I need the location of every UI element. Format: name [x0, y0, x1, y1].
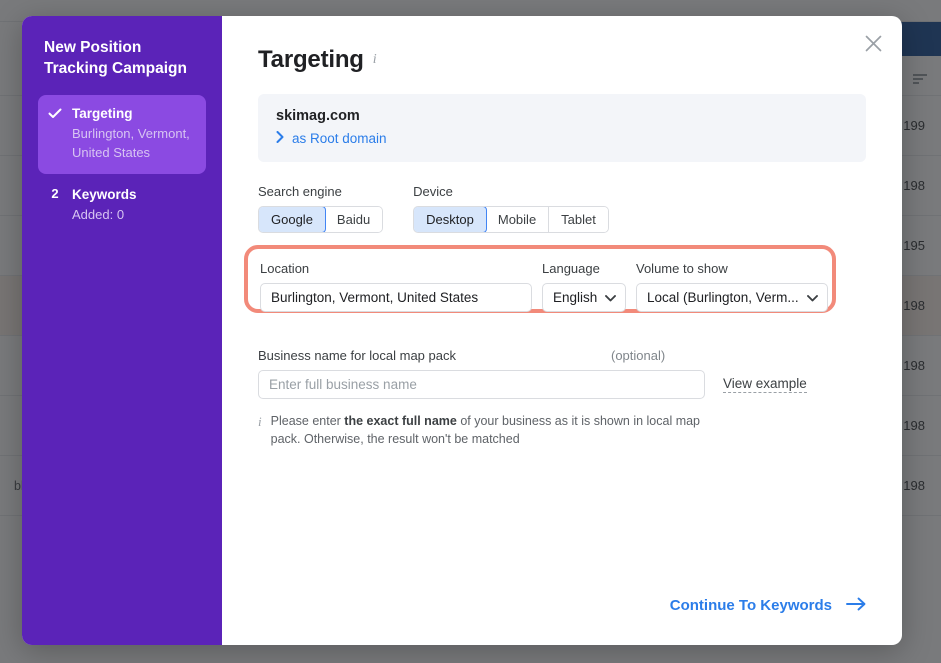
close-icon[interactable]	[858, 28, 888, 58]
domain-name: skimag.com	[276, 108, 848, 124]
business-name-label: Business name for local map pack	[258, 348, 456, 363]
sidebar-step-sub-keywords: Added: 0	[72, 206, 196, 225]
device-label: Device	[413, 184, 609, 199]
search-engine-label: Search engine	[258, 184, 383, 199]
chevron-down-icon	[807, 290, 818, 305]
volume-field-group: Volume to show Local (Burlington, Verm..…	[636, 261, 828, 312]
location-label: Location	[260, 261, 532, 276]
location-input[interactable]	[260, 283, 532, 312]
language-selected-value: English	[553, 290, 597, 305]
business-name-label-row: Business name for local map pack (option…	[258, 348, 866, 363]
business-name-block: Business name for local map pack (option…	[258, 348, 866, 448]
volume-label: Volume to show	[636, 261, 828, 276]
location-row: Location Language English	[260, 261, 854, 312]
targeting-modal: New Position Tracking Campaign Targeting…	[22, 16, 902, 645]
chevron-right-icon	[276, 131, 284, 146]
info-icon: i	[258, 413, 262, 448]
sidebar-step-targeting[interactable]: Targeting Burlington, Vermont, United St…	[38, 95, 206, 174]
business-name-input-row: View example	[258, 370, 866, 399]
continue-to-keywords-button[interactable]: Continue To Keywords	[670, 597, 866, 615]
business-name-optional-tag: (optional)	[611, 348, 665, 363]
device-segmented-control[interactable]: DesktopMobileTablet	[413, 206, 609, 233]
language-field-group: Language English	[542, 261, 626, 312]
volume-select[interactable]: Local (Burlington, Verm...	[636, 283, 828, 312]
domain-scope-link[interactable]: as Root domain	[276, 131, 848, 146]
location-row-wrapper: Location Language English	[258, 249, 866, 326]
modal-sidebar: New Position Tracking Campaign Targeting…	[22, 16, 222, 645]
search-engine-group: Search engine GoogleBaidu	[258, 184, 383, 233]
location-field-group: Location	[260, 261, 532, 312]
device-option-mobile[interactable]: Mobile	[486, 207, 549, 232]
volume-selected-value: Local (Burlington, Verm...	[647, 290, 799, 305]
business-name-input[interactable]	[258, 370, 705, 399]
arrow-right-icon	[846, 597, 866, 615]
search-engine-option-baidu[interactable]: Baidu	[325, 207, 382, 232]
device-group: Device DesktopMobileTablet	[413, 184, 609, 233]
step-check-icon	[48, 105, 62, 162]
device-option-tablet[interactable]: Tablet	[549, 207, 608, 232]
page-title-row: Targeting i	[258, 46, 866, 74]
language-select[interactable]: English	[542, 283, 626, 312]
search-engine-option-google[interactable]: Google	[258, 206, 326, 233]
step-number-keywords: 2	[48, 186, 62, 224]
campaign-title: New Position Tracking Campaign	[44, 38, 206, 79]
engine-device-row: Search engine GoogleBaidu Device Desktop…	[258, 184, 866, 233]
domain-scope-label: as Root domain	[292, 131, 387, 146]
domain-card: skimag.com as Root domain	[258, 94, 866, 162]
view-example-link[interactable]: View example	[723, 376, 807, 393]
sidebar-step-sub-targeting: Burlington, Vermont, United States	[72, 125, 196, 163]
device-option-desktop[interactable]: Desktop	[413, 206, 487, 233]
modal-content: Targeting i skimag.com as Root domain Se…	[222, 16, 902, 645]
business-name-note: i Please enter the exact full name of yo…	[258, 412, 728, 448]
sidebar-step-keywords[interactable]: 2 Keywords Added: 0	[38, 176, 206, 236]
sidebar-step-label-keywords: Keywords	[72, 186, 196, 204]
business-name-note-text: Please enter the exact full name of your…	[271, 412, 728, 448]
chevron-down-icon	[605, 290, 616, 305]
page-title: Targeting	[258, 46, 364, 74]
continue-button-label: Continue To Keywords	[670, 597, 832, 614]
modal-footer: Continue To Keywords	[670, 597, 866, 616]
search-engine-segmented-control[interactable]: GoogleBaidu	[258, 206, 383, 233]
language-label: Language	[542, 261, 626, 276]
sidebar-step-label-targeting: Targeting	[72, 105, 196, 123]
info-icon[interactable]: i	[373, 52, 377, 68]
